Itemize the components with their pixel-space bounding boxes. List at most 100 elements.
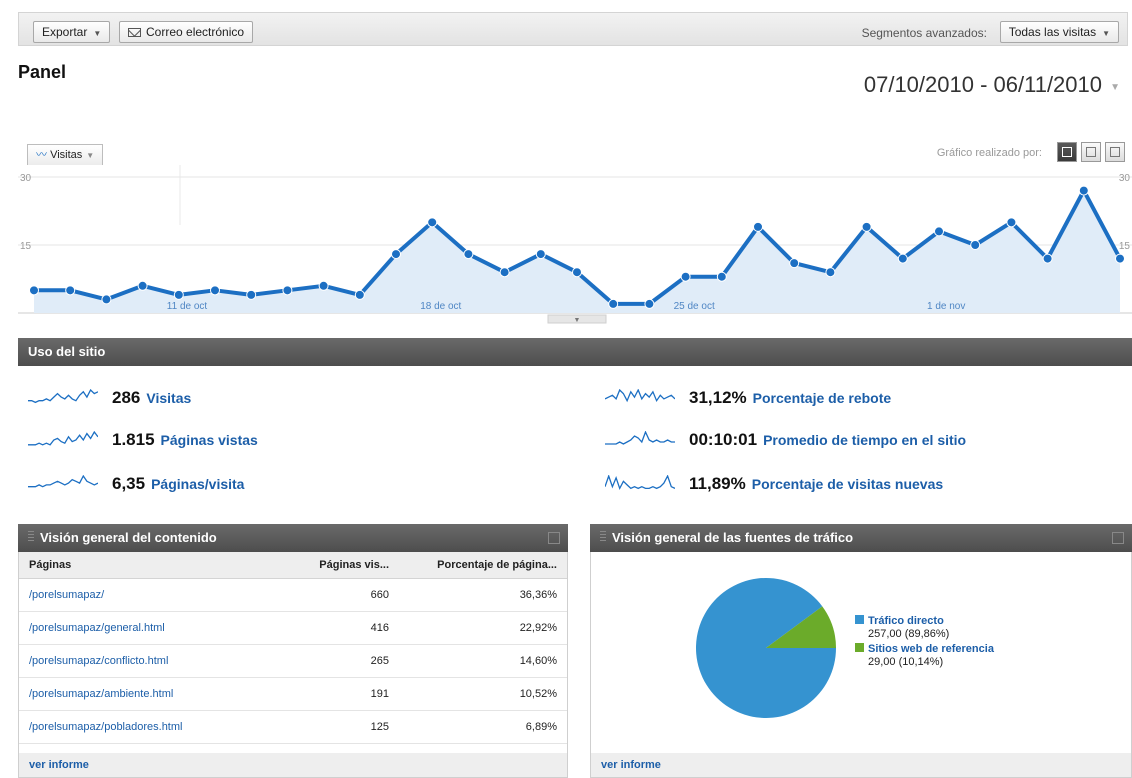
traffic-overview-header[interactable]: Visión general de las fuentes de tráfico xyxy=(590,524,1132,552)
traffic-overview-panel: Visión general de las fuentes de tráfico… xyxy=(590,524,1132,778)
column-header[interactable]: Páginas vis... xyxy=(289,552,399,579)
sparkline-path xyxy=(28,431,98,446)
data-point xyxy=(499,267,510,278)
data-point xyxy=(1115,253,1125,264)
metric-link-visits[interactable]: Visitas xyxy=(146,390,191,406)
column-header[interactable]: Porcentaje de página... xyxy=(399,552,567,579)
data-point xyxy=(282,285,293,296)
sparkline-path xyxy=(605,431,675,445)
table-row: /porelsumapaz/general.html 416 22,92% xyxy=(19,611,567,645)
percent-cell: 14,60% xyxy=(399,644,567,678)
pageviews-cell: 416 xyxy=(289,611,399,645)
data-point xyxy=(716,271,727,282)
page-link[interactable]: /porelsumapaz/conflicto.html xyxy=(19,644,289,678)
site-usage-header: Uso del sitio xyxy=(18,338,1132,366)
data-point xyxy=(970,240,981,250)
page-link[interactable]: /porelsumapaz/ xyxy=(19,578,289,612)
data-point xyxy=(572,267,582,278)
legend-value: 29,00 (10,14%) xyxy=(868,656,944,668)
percent-cell: 6,89% xyxy=(399,710,567,744)
column-header[interactable]: Páginas xyxy=(19,552,289,579)
data-point xyxy=(354,289,365,300)
data-point xyxy=(137,280,148,291)
envelope-icon xyxy=(128,28,141,37)
export-button[interactable]: Exportar ▼ xyxy=(33,21,111,43)
sparkline-bounce-rate xyxy=(605,389,675,403)
traffic-overview-title: Visión general de las fuentes de tráfico xyxy=(612,530,854,545)
data-point xyxy=(789,258,800,269)
segments-dropdown[interactable]: Todas las visitas ▼ xyxy=(999,21,1119,43)
table-row: /porelsumapaz/pobladores.html 125 6,89% xyxy=(19,710,567,744)
metric-link-bounce-rate[interactable]: Porcentaje de rebote xyxy=(753,390,892,406)
metric-selector[interactable]: 〰 Visitas ▼ xyxy=(27,144,104,166)
legend-swatch xyxy=(855,615,864,624)
table-row: /porelsumapaz/ 660 36,36% xyxy=(19,578,567,612)
chevron-down-icon: ▼ xyxy=(86,151,95,160)
date-range-selector[interactable]: 07/10/2010 - 06/11/2010 xyxy=(864,72,1102,98)
sparkline-pages-per-visit xyxy=(28,475,98,488)
chevron-down-icon: ▼ xyxy=(1102,29,1110,38)
email-label: Correo electrónico xyxy=(146,25,245,39)
chevron-down-icon[interactable]: ▼ xyxy=(574,317,581,324)
data-point xyxy=(753,221,763,232)
data-point xyxy=(391,249,401,260)
data-point xyxy=(608,298,619,309)
data-point xyxy=(1006,217,1017,228)
legend-value: 257,00 (89,86%) xyxy=(868,628,950,640)
page-link[interactable]: /porelsumapaz/general.html xyxy=(19,611,289,645)
email-button[interactable]: Correo electrónico xyxy=(119,21,254,43)
metric-link-pageviews[interactable]: Páginas vistas xyxy=(161,432,258,448)
calendar-week-icon xyxy=(1086,147,1096,157)
sparkline-path xyxy=(28,475,98,488)
sparkline-visits xyxy=(28,389,98,404)
page-link[interactable]: /porelsumapaz/ambiente.html xyxy=(19,677,289,711)
data-point xyxy=(101,294,112,305)
legend-name: Sitios web de referencia xyxy=(868,643,994,655)
y-tick-label: 30 xyxy=(20,173,32,184)
x-tick-label: 11 de oct xyxy=(167,301,208,312)
calendar-month-icon xyxy=(1110,147,1120,157)
data-point xyxy=(644,298,655,309)
metric-value: 1.815 xyxy=(112,430,155,449)
legend-swatch xyxy=(855,643,864,652)
view-week-button[interactable] xyxy=(1081,142,1101,162)
view-report-link[interactable]: ver informe xyxy=(591,753,1131,777)
data-point xyxy=(934,226,944,237)
metric-link-new-visits[interactable]: Porcentaje de visitas nuevas xyxy=(752,476,943,492)
pageviews-cell: 125 xyxy=(289,710,399,744)
legend-name: Tráfico directo xyxy=(868,615,944,627)
metric-link-pages-per-visit[interactable]: Páginas/visita xyxy=(151,476,244,492)
page-link[interactable]: /porelsumapaz/pobladores.html xyxy=(19,710,289,744)
chevron-down-icon[interactable]: ▼ xyxy=(1110,82,1120,93)
view-report-link[interactable]: ver informe xyxy=(19,753,567,777)
traffic-pie-chart xyxy=(696,577,836,718)
sparkline-path xyxy=(605,475,675,491)
drag-handle-icon[interactable] xyxy=(28,531,34,543)
x-tick-label: 1 de nov xyxy=(927,301,965,312)
data-point xyxy=(1078,185,1089,196)
y-tick-label: 30 xyxy=(1119,173,1131,184)
drag-handle-icon[interactable] xyxy=(600,531,606,543)
percent-cell: 10,52% xyxy=(399,677,567,711)
content-overview-header[interactable]: Visión general del contenido xyxy=(18,524,568,552)
data-point xyxy=(210,285,220,296)
close-icon[interactable] xyxy=(1112,532,1124,544)
metric-visits: 286 Visitas xyxy=(28,383,191,413)
metric-value: 31,12% xyxy=(689,388,747,407)
sparkline-pageviews xyxy=(28,431,98,446)
pageviews-cell: 660 xyxy=(289,578,399,612)
legend-item-referral: Sitios web de referencia 29,00 (10,14%) xyxy=(855,643,994,669)
view-day-button[interactable] xyxy=(1057,142,1077,162)
legend-item-direct: Tráfico directo 257,00 (89,86%) xyxy=(855,615,949,641)
content-overview-panel: Visión general del contenido Páginas Pág… xyxy=(18,524,568,778)
view-month-button[interactable] xyxy=(1105,142,1125,162)
metric-link-avg-time[interactable]: Promedio de tiempo en el sitio xyxy=(763,432,966,448)
sparkline-path xyxy=(28,389,98,404)
close-icon[interactable] xyxy=(548,532,560,544)
metric-pages-per-visit: 6,35 Páginas/visita xyxy=(28,469,244,499)
data-point xyxy=(861,221,872,232)
percent-cell: 36,36% xyxy=(399,578,567,612)
page-title: Panel xyxy=(18,62,67,82)
table-row: /porelsumapaz/ambiente.html 191 10,52% xyxy=(19,677,567,711)
data-point xyxy=(535,249,546,260)
